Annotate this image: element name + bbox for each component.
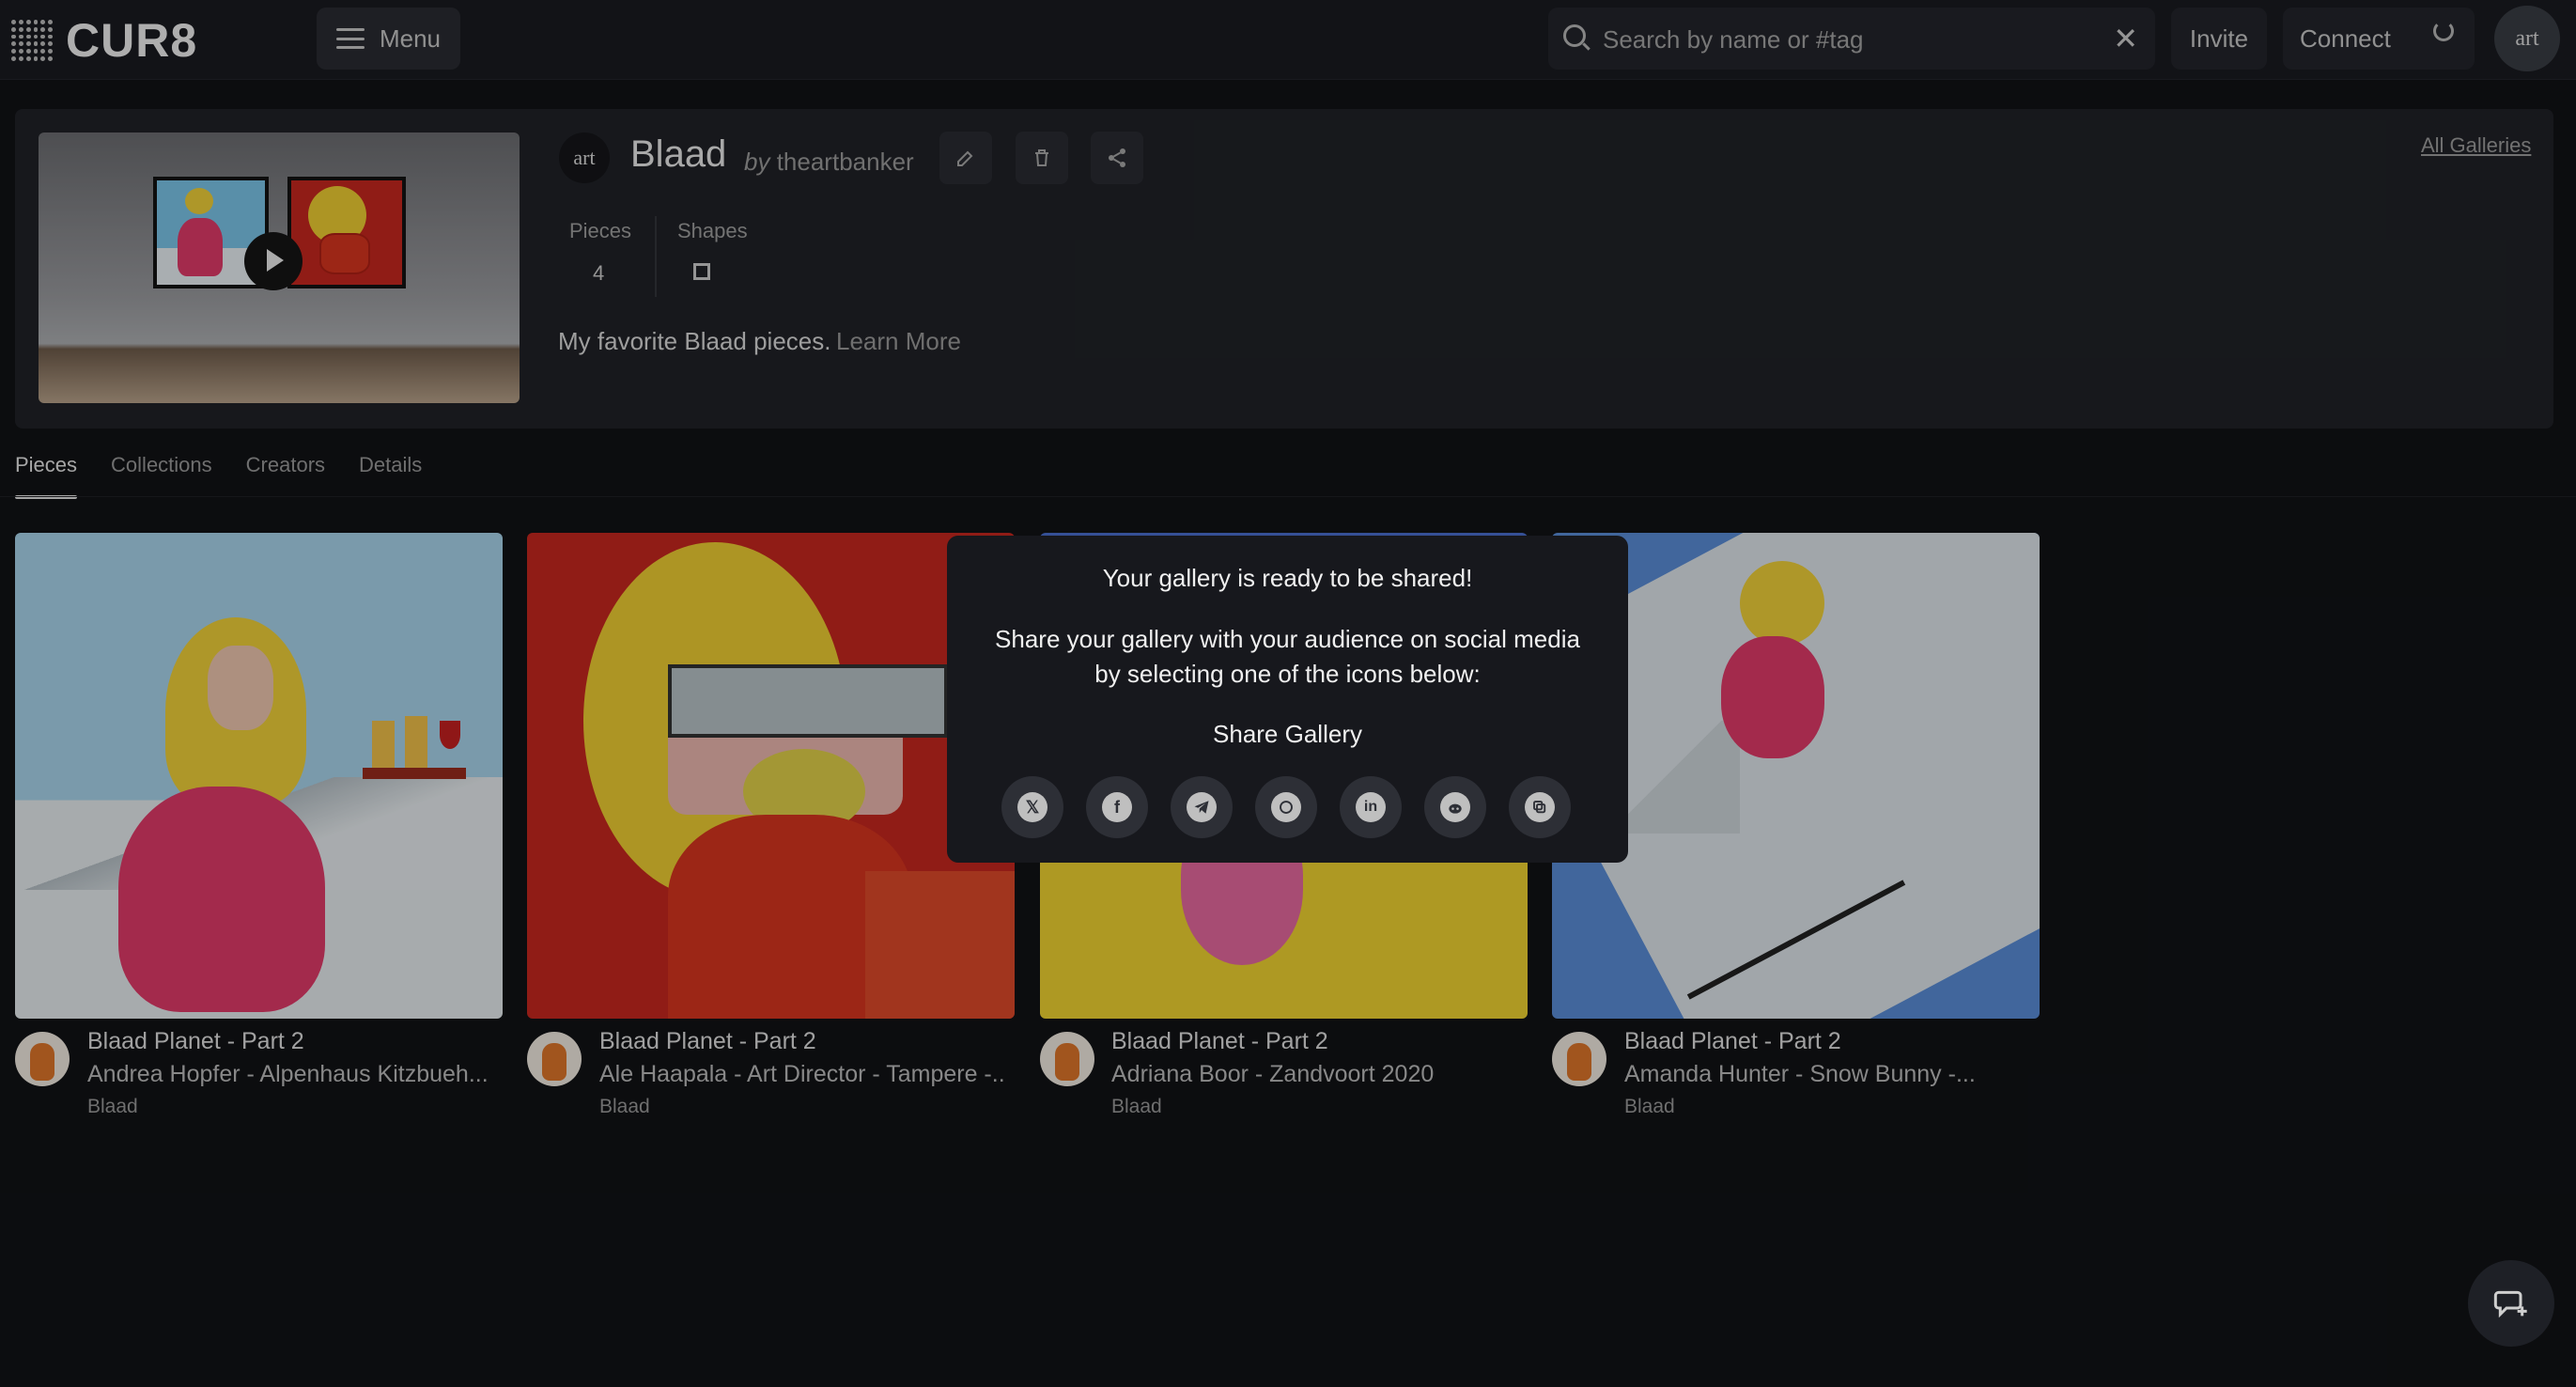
- share-x-button[interactable]: 𝕏: [1001, 776, 1063, 838]
- share-modal-body: Share your gallery with your audience on…: [995, 625, 1580, 688]
- copy-link-button[interactable]: [1509, 776, 1571, 838]
- reddit-icon: [1440, 792, 1470, 822]
- linkedin-icon: in: [1356, 792, 1386, 822]
- telegram-icon: [1187, 792, 1217, 822]
- share-reddit-button[interactable]: [1424, 776, 1486, 838]
- share-modal-title: Your gallery is ready to be shared!: [1102, 564, 1473, 592]
- chat-add-icon: [2493, 1290, 2527, 1318]
- share-facebook-button[interactable]: f: [1086, 776, 1148, 838]
- share-icons-row: 𝕏 f in: [1001, 776, 1571, 838]
- whatsapp-icon: [1271, 792, 1301, 822]
- feedback-button[interactable]: [2468, 1260, 2554, 1347]
- share-telegram-button[interactable]: [1171, 776, 1233, 838]
- share-linkedin-button[interactable]: in: [1340, 776, 1402, 838]
- x-icon: 𝕏: [1017, 792, 1047, 822]
- share-whatsapp-button[interactable]: [1255, 776, 1317, 838]
- share-gallery-label: Share Gallery: [1213, 720, 1362, 748]
- copy-link-icon: [1525, 792, 1555, 822]
- facebook-icon: f: [1102, 792, 1132, 822]
- share-modal: Your gallery is ready to be shared! Shar…: [947, 536, 1628, 863]
